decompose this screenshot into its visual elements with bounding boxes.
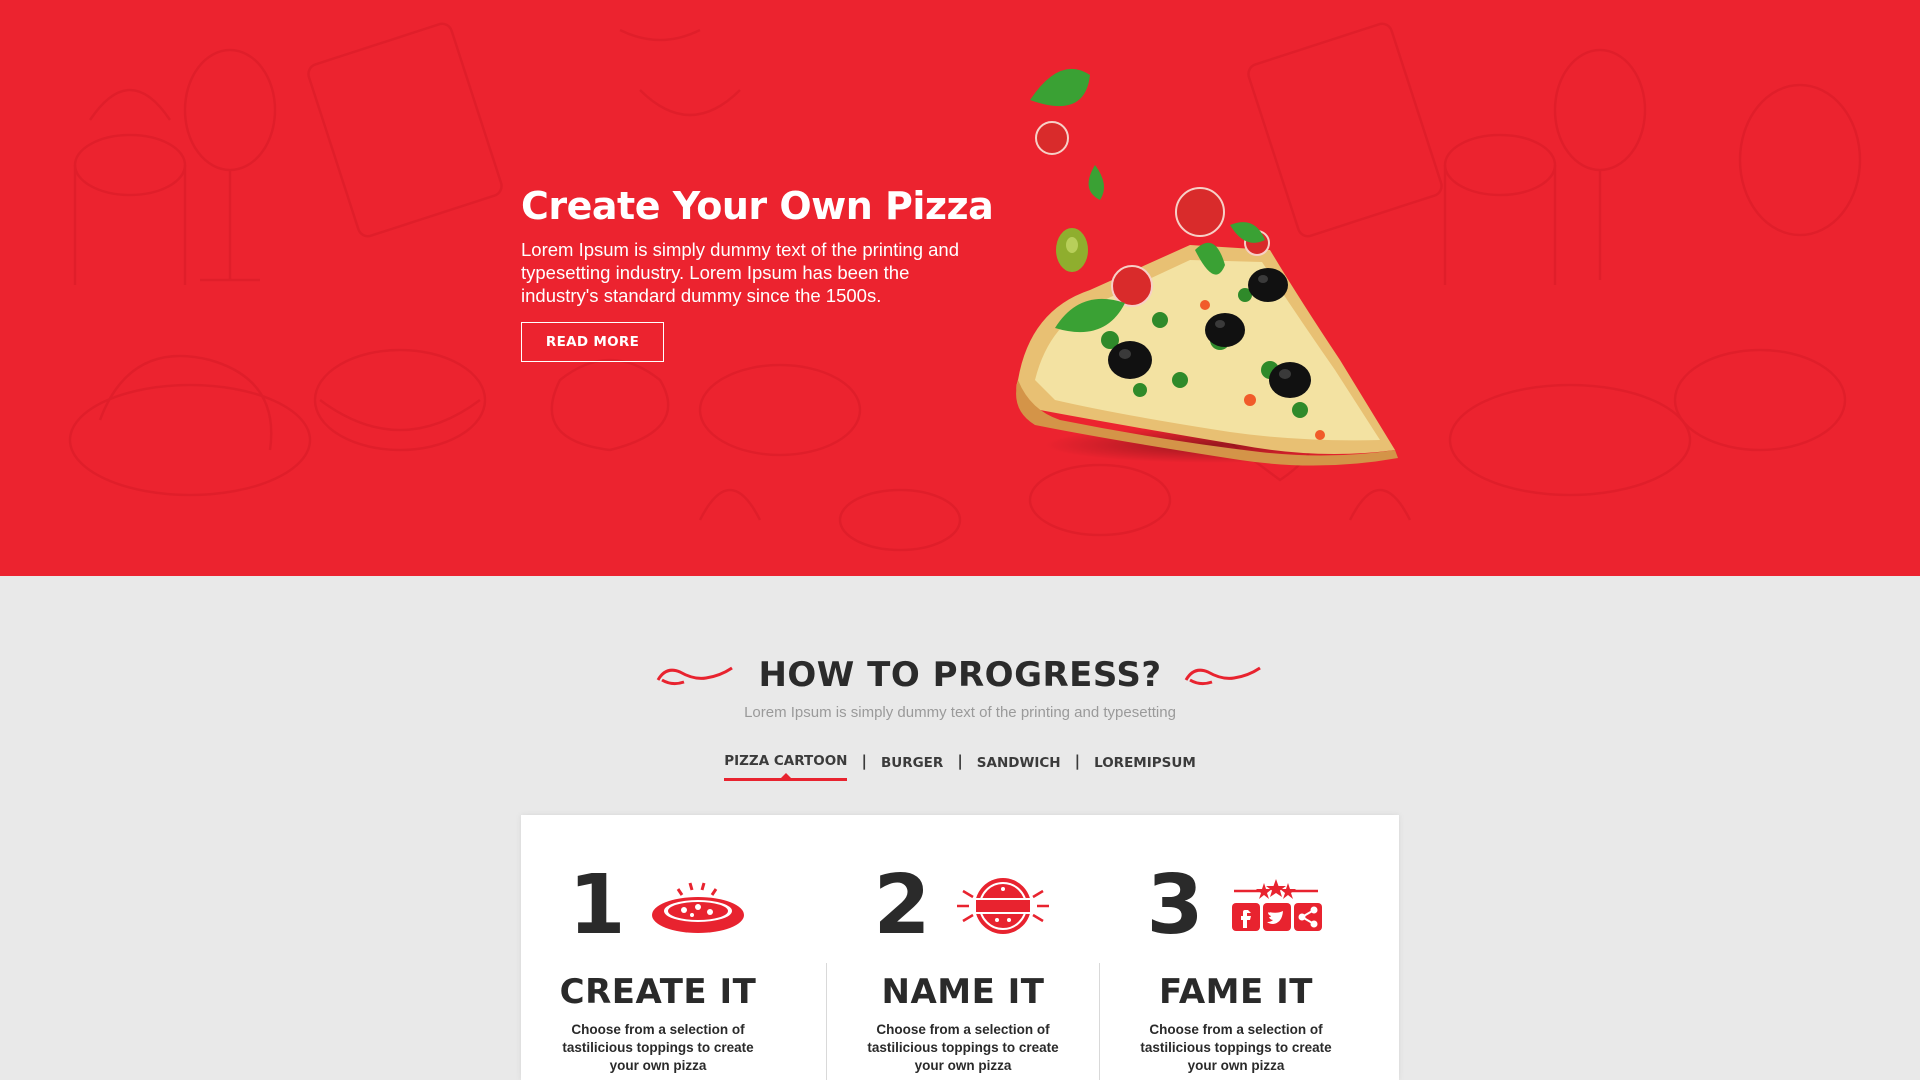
tab-sandwich[interactable]: SANDWICH	[977, 752, 1061, 780]
hero-description: Lorem Ipsum is simply dummy text of the …	[521, 239, 960, 306]
tab-pizza-cartoon[interactable]: PIZZA CARTOON	[724, 750, 848, 781]
step-header: 1	[521, 865, 795, 947]
hero-text-block: Create Your Own Pizza Lorem Ipsum is sim…	[521, 182, 1021, 307]
step-header: 2	[826, 865, 1100, 947]
tab-separator: |	[1074, 751, 1081, 770]
step-title: NAME IT	[881, 972, 1045, 1012]
tab-separator: |	[861, 751, 867, 770]
tab-loremipsum[interactable]: LOREMIPSUM	[1094, 752, 1196, 780]
step-create: 1 CREATE IT Choose from a selection of t…	[521, 815, 795, 1080]
read-more-button[interactable]: READ MORE	[521, 322, 664, 362]
step-fame: 3 FAME IT Choose from a selection of tas…	[1099, 815, 1373, 1080]
category-tabs: PIZZA CARTOON | BURGER | SANDWICH | LORE…	[0, 750, 1920, 781]
step-description: Choose from a selection of tastilicious …	[562, 1022, 754, 1073]
pizza-slice-image	[1016, 68, 1398, 466]
steps-card: 1 CREATE IT Choose from a selection of t…	[521, 815, 1399, 1080]
badge-ribbon-icon	[956, 878, 1049, 934]
pizza-icon	[651, 882, 744, 933]
tab-separator: |	[957, 751, 963, 770]
step-description: Choose from a selection of tastilicious …	[867, 1022, 1059, 1073]
progress-title: HOW TO PROGRESS?	[758, 655, 1162, 695]
step-number: 1	[568, 858, 626, 953]
step-description: Choose from a selection of tastilicious …	[1140, 1022, 1332, 1073]
progress-heading: HOW TO PROGRESS?	[0, 655, 1920, 695]
step-title: CREATE IT	[559, 972, 757, 1012]
progress-subtitle: Lorem Ipsum is simply dummy text of the …	[744, 704, 1176, 721]
step-header: 3	[1099, 865, 1373, 947]
step-title: FAME IT	[1159, 972, 1313, 1012]
left-swirl-ornament	[657, 666, 734, 686]
hero-banner: Create Your Own Pizza Lorem Ipsum is sim…	[0, 0, 1920, 576]
tab-burger[interactable]: BURGER	[881, 752, 943, 780]
step-number: 3	[1146, 858, 1204, 953]
social-share-icon	[1231, 879, 1322, 931]
hero-title: Create Your Own Pizza	[521, 184, 994, 228]
right-swirl-ornament	[1184, 666, 1261, 686]
step-number: 2	[873, 858, 931, 953]
step-name: 2 NAME IT Choose from a selection of tas…	[826, 815, 1100, 1080]
